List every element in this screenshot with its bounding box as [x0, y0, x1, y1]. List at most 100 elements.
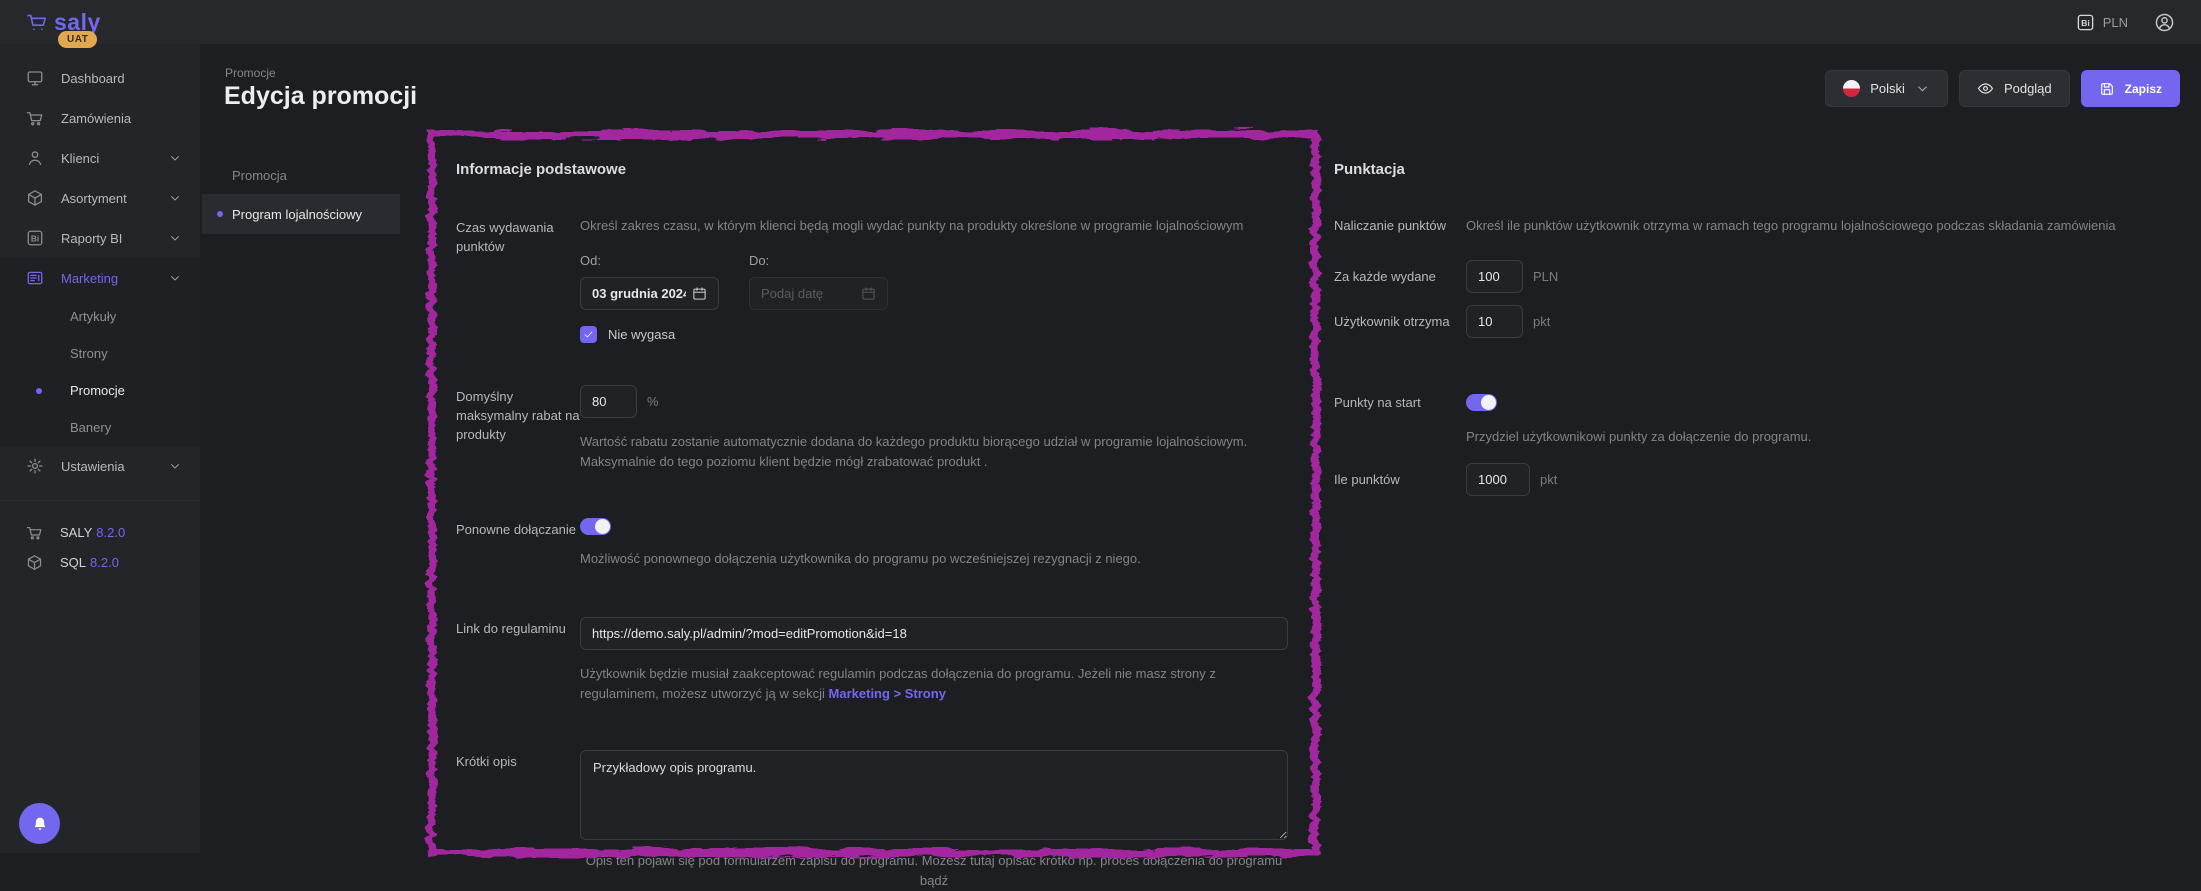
receive-points-input[interactable] — [1466, 305, 1523, 338]
spend-amount-value[interactable] — [1478, 269, 1511, 284]
top-bar: saly UAT Bi PLN — [0, 0, 2201, 44]
monitor-icon — [26, 69, 44, 87]
date-to-label: Do: — [749, 253, 888, 268]
sidebar-item-assortment[interactable]: Asortyment — [0, 178, 200, 218]
date-from-value[interactable] — [592, 286, 686, 301]
version-name: SQL — [60, 555, 86, 570]
sidebar-item-banners[interactable]: Banery — [0, 409, 200, 446]
date-from-label: Od: — [580, 253, 719, 268]
cart-icon — [26, 109, 44, 127]
field-label: Czas wydawania punktów — [456, 216, 580, 343]
start-points-unit: pkt — [1540, 472, 1557, 487]
sidebar-item-marketing[interactable]: Marketing — [0, 258, 200, 298]
preview-button[interactable]: Podgląd — [1959, 70, 2070, 107]
field-description: Określ zakres czasu, w którym klienci bę… — [580, 216, 1288, 236]
version-sql: SQL 8.2.0 — [0, 547, 200, 577]
field-label: Link do regulaminu — [456, 617, 580, 704]
notifications-button[interactable] — [19, 803, 60, 844]
promotion-subnav: Promocja Program lojalnościowy — [202, 157, 400, 234]
sidebar-item-clients[interactable]: Klienci — [0, 138, 200, 178]
sidebar-item-dashboard[interactable]: Dashboard — [0, 58, 200, 98]
env-badge: UAT — [58, 31, 97, 48]
sidebar-item-promotions[interactable]: Promocje — [0, 372, 200, 409]
marketing-pages-link[interactable]: Marketing > Strony — [829, 686, 946, 701]
sidebar-item-label: Klienci — [61, 151, 151, 166]
save-button[interactable]: Zapisz — [2081, 70, 2180, 107]
basic-info-panel: Informacje podstawowe Czas wydawania pun… — [428, 131, 1316, 891]
discount-unit: % — [647, 394, 659, 409]
sidebar-item-label: Raporty BI — [61, 231, 151, 246]
short-description-textarea[interactable]: Przykładowy opis programu. — [580, 750, 1288, 840]
app-logo[interactable]: saly UAT — [26, 9, 101, 36]
sidebar-subitem-label: Strony — [70, 346, 108, 361]
field-label: Ponowne dołączanie — [456, 518, 580, 569]
box-icon — [26, 554, 43, 571]
chevron-down-icon — [168, 191, 182, 205]
user-icon — [26, 149, 44, 167]
bell-icon — [32, 816, 48, 832]
preview-label: Podgląd — [2004, 81, 2052, 96]
discount-value[interactable] — [592, 394, 625, 409]
tab-promotion[interactable]: Promocja — [202, 157, 400, 194]
sidebar-subitem-label: Banery — [70, 420, 111, 435]
date-to-input[interactable] — [749, 277, 888, 310]
field-label: Naliczanie punktów — [1334, 216, 1466, 236]
chevron-down-icon — [168, 231, 182, 245]
floppy-icon — [2099, 81, 2115, 97]
version-name: SALY — [60, 525, 92, 540]
calendar-icon[interactable] — [861, 286, 876, 301]
start-points-amount-value[interactable] — [1478, 472, 1518, 487]
sidebar-item-label: Ustawienia — [61, 459, 151, 474]
sidebar-item-settings[interactable]: Ustawienia — [0, 446, 200, 486]
tab-loyalty-program[interactable]: Program lojalnościowy — [202, 194, 400, 234]
sidebar-item-articles[interactable]: Artykuły — [0, 298, 200, 335]
sidebar-subitem-label: Artykuły — [70, 309, 116, 324]
save-label: Zapisz — [2125, 82, 2162, 96]
start-points-toggle[interactable] — [1466, 394, 1497, 411]
discount-input[interactable] — [580, 385, 637, 418]
toggle-knob — [1481, 395, 1496, 410]
sidebar-item-pages[interactable]: Strony — [0, 335, 200, 372]
poland-flag-icon — [1843, 80, 1860, 97]
date-to-value[interactable] — [761, 286, 855, 301]
active-dot — [217, 211, 223, 217]
svg-text:Bi: Bi — [31, 234, 39, 243]
svg-text:Bi: Bi — [2081, 18, 2090, 28]
sidebar: Dashboard Zamówienia Klienci Asortyment … — [0, 44, 200, 853]
chevron-down-icon — [1915, 81, 1930, 96]
sidebar-item-label: Dashboard — [61, 71, 182, 86]
cart-icon — [26, 524, 43, 541]
sidebar-item-reports-bi[interactable]: Bi Raporty BI — [0, 218, 200, 258]
receive-unit: pkt — [1533, 314, 1550, 329]
version-info: SALY 8.2.0 SQL 8.2.0 — [0, 500, 200, 577]
box-icon — [26, 189, 44, 207]
spend-unit: PLN — [1533, 269, 1558, 284]
chevron-down-icon — [168, 151, 182, 165]
rejoin-toggle[interactable] — [580, 518, 611, 535]
gear-icon — [26, 457, 44, 475]
breadcrumb[interactable]: Promocje — [225, 66, 276, 80]
language-select-button[interactable]: Polski — [1825, 70, 1948, 107]
currency-bi-icon: Bi — [2076, 13, 2095, 32]
toggle-knob — [595, 519, 610, 534]
field-description: Określ ile punktów użytkownik otrzyma w … — [1466, 216, 2184, 236]
field-label: Punkty na start — [1334, 395, 1466, 410]
terms-url-value[interactable] — [592, 626, 1276, 641]
start-points-amount-input[interactable] — [1466, 463, 1530, 496]
spend-amount-input[interactable] — [1466, 260, 1523, 293]
terms-url-input[interactable] — [580, 617, 1288, 650]
field-description: Przydziel użytkownikowi punkty za dołącz… — [1466, 427, 1811, 447]
version-number: 8.2.0 — [90, 555, 119, 570]
date-from-input[interactable] — [580, 277, 719, 310]
field-label: Za każde wydane — [1334, 269, 1466, 284]
sidebar-item-orders[interactable]: Zamówienia — [0, 98, 200, 138]
receive-points-value[interactable] — [1478, 314, 1511, 329]
section-title: Punktacja — [1334, 161, 2184, 178]
calendar-icon[interactable] — [692, 286, 707, 301]
user-account-icon[interactable] — [2154, 12, 2175, 33]
chevron-down-icon — [168, 271, 182, 285]
section-title: Informacje podstawowe — [456, 161, 1288, 178]
field-label: Krótki opis — [456, 750, 580, 891]
no-expiry-checkbox[interactable] — [580, 326, 597, 343]
currency-selector[interactable]: Bi PLN — [2076, 13, 2128, 32]
